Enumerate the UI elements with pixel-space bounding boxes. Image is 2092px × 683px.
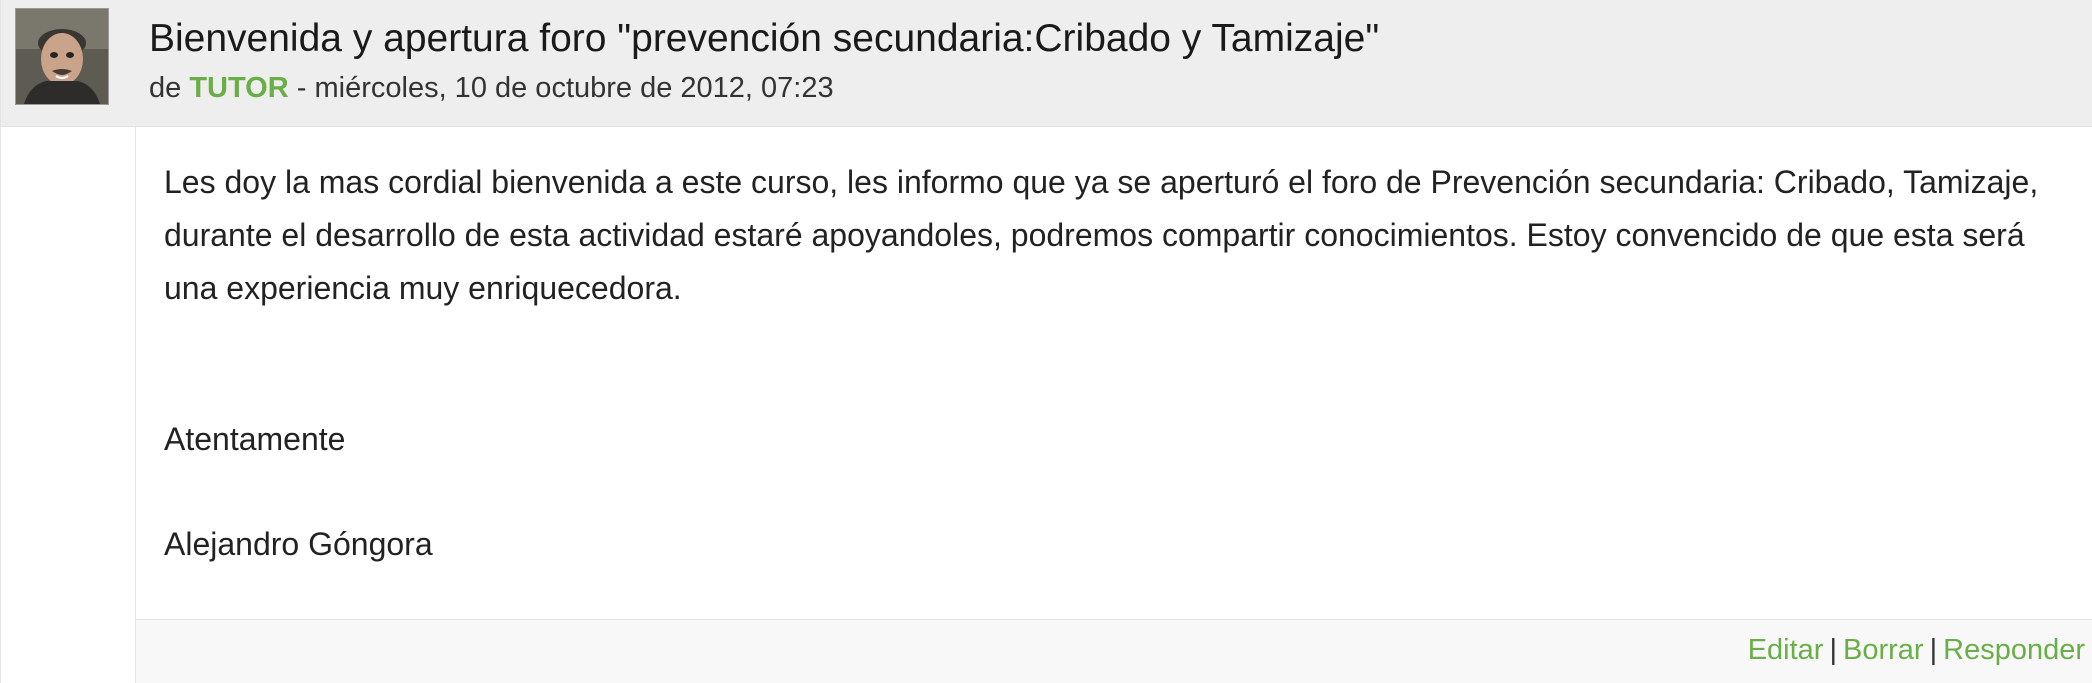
post-left-gutter — [1, 127, 135, 683]
by-prefix: de — [149, 72, 182, 104]
post-message: Les doy la mas cordial bienvenida a este… — [164, 156, 2084, 571]
reply-link[interactable]: Responder — [1943, 634, 2085, 666]
post-commands: Editar | Borrar | Responder — [1748, 632, 2085, 668]
message-paragraph: Les doy la mas cordial bienvenida a este… — [164, 164, 2039, 306]
avatar[interactable] — [15, 8, 109, 105]
author-link[interactable]: TUTOR — [189, 72, 288, 104]
command-separator: | — [1929, 634, 1938, 666]
edit-link[interactable]: Editar — [1748, 634, 1824, 666]
post-subject: Bienvenida y apertura foro "prevención s… — [149, 17, 1380, 60]
post-commands-bar: Editar | Borrar | Responder — [135, 620, 2092, 683]
message-closing: Atentamente — [164, 421, 346, 457]
message-signature: Alejandro Góngora — [164, 526, 433, 562]
date-separator: - — [296, 72, 307, 104]
post-byline: de TUTOR - miércoles, 10 de octubre de 2… — [149, 70, 834, 106]
post-date: miércoles, 10 de octubre de 2012, 07:23 — [314, 72, 834, 104]
post-header: Bienvenida y apertura foro "prevención s… — [1, 0, 2092, 127]
delete-link[interactable]: Borrar — [1843, 634, 1924, 666]
command-separator: | — [1829, 634, 1837, 666]
forum-post: Bienvenida y apertura foro "prevención s… — [0, 0, 2092, 683]
user-photo-icon — [16, 9, 108, 104]
